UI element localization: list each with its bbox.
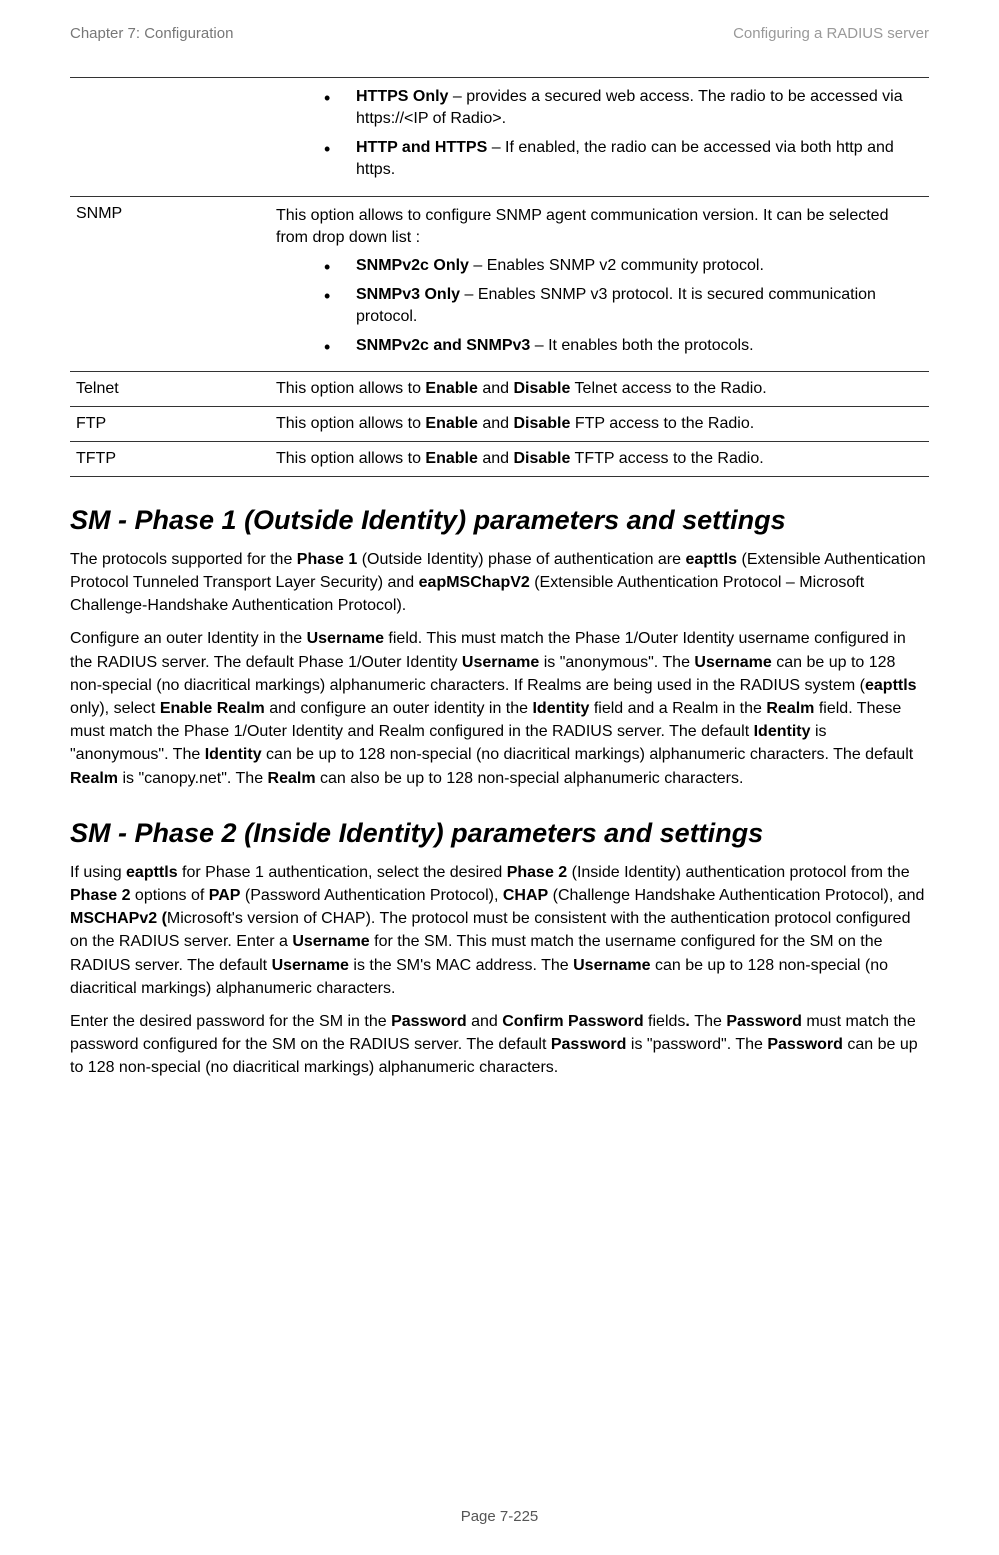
table-label-ftp: FTP bbox=[70, 406, 270, 441]
table-desc: This option allows to Enable and Disable… bbox=[270, 406, 929, 441]
table-row-bullet: SNMPv3 Only – Enables SNMP v3 protocol. … bbox=[324, 284, 923, 329]
body-paragraph: The protocols supported for the Phase 1 … bbox=[70, 548, 929, 618]
section-heading-phase1: SM - Phase 1 (Outside Identity) paramete… bbox=[70, 505, 929, 536]
table-label-tftp: TFTP bbox=[70, 441, 270, 476]
table-desc: This option allows to configure SNMP age… bbox=[276, 205, 923, 250]
page-header: Chapter 7: Configuration Configuring a R… bbox=[70, 25, 929, 42]
header-left: Chapter 7: Configuration bbox=[70, 25, 233, 42]
config-table: HTTPS Only – provides a secured web acce… bbox=[70, 77, 929, 477]
section-heading-phase2: SM - Phase 2 (Inside Identity) parameter… bbox=[70, 818, 929, 849]
table-row-bullet: SNMPv2c and SNMPv3 – It enables both the… bbox=[324, 335, 923, 357]
body-paragraph: If using eapttls for Phase 1 authenticat… bbox=[70, 861, 929, 1000]
table-row-bullet: SNMPv2c Only – Enables SNMP v2 community… bbox=[324, 255, 923, 277]
body-paragraph: Enter the desired password for the SM in… bbox=[70, 1010, 929, 1080]
header-right: Configuring a RADIUS server bbox=[733, 25, 929, 42]
body-paragraph: Configure an outer Identity in the Usern… bbox=[70, 627, 929, 789]
table-label-telnet: Telnet bbox=[70, 371, 270, 406]
table-label-snmp: SNMP bbox=[70, 196, 270, 371]
table-desc: This option allows to Enable and Disable… bbox=[270, 441, 929, 476]
table-row-bullet: HTTPS Only – provides a secured web acce… bbox=[324, 86, 923, 131]
page-footer: Page 7-225 bbox=[0, 1508, 999, 1525]
table-row-bullet: HTTP and HTTPS – If enabled, the radio c… bbox=[324, 137, 923, 182]
table-desc: This option allows to Enable and Disable… bbox=[270, 371, 929, 406]
